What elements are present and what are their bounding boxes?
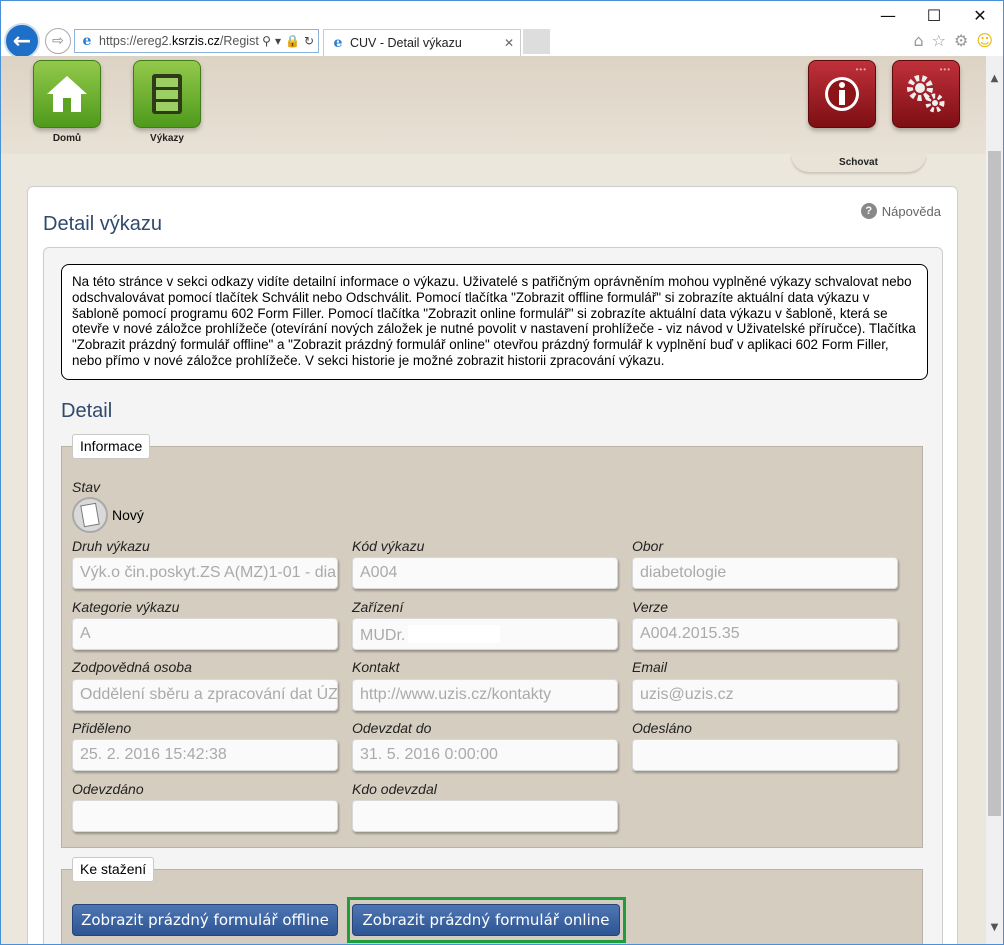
report-code-label: Kód výkazu — [352, 538, 425, 554]
favorites-star-icon[interactable]: ☆ — [932, 31, 946, 50]
email-label: Email — [632, 659, 668, 675]
page-viewport: Domů Výkazy ••• ••• Schovat ? Nápověda D… — [1, 56, 986, 944]
refresh-icon[interactable]: ↻ — [304, 34, 314, 48]
report-type-label: Druh výkazu — [72, 538, 150, 554]
info-icon — [825, 77, 859, 111]
redacted-block — [408, 625, 501, 643]
scrollbar-thumb[interactable] — [988, 151, 1001, 816]
url-host: https://ereg2. — [99, 34, 172, 48]
tab-close-icon[interactable]: ✕ — [504, 36, 514, 50]
browser-chrome: — ☐ ✕ ← ⇨ e https://ereg2.ksrzis.cz/Regi… — [1, 1, 1003, 59]
specialty-label: Obor — [632, 538, 664, 554]
minimize-icon[interactable]: — — [865, 1, 911, 29]
assigned-field[interactable]: 25. 2. 2016 15:42:38 — [72, 739, 338, 771]
help-label: Nápověda — [881, 203, 941, 219]
email-field[interactable]: uzis@uzis.cz — [632, 679, 898, 711]
reports-tile[interactable] — [133, 60, 201, 128]
submitted-by-label: Kdo odevzdal — [352, 781, 437, 797]
address-url[interactable]: https://ereg2.ksrzis.cz/Regist — [99, 34, 262, 48]
ie-logo-icon: e — [82, 33, 92, 49]
status-value: Nový — [112, 507, 144, 523]
info-description: Na této stránce v sekci odkazy vidíte de… — [61, 264, 928, 380]
info-legend: Informace — [72, 434, 151, 459]
dropdown-icon[interactable]: ▾ — [275, 34, 281, 48]
url-path: /Regist — [219, 34, 259, 48]
tab-title: CUV - Detail výkazu — [350, 36, 462, 50]
scroll-up-icon[interactable]: ▲ — [986, 70, 1003, 87]
browser-window: — ☐ ✕ ← ⇨ e https://ereg2.ksrzis.cz/Regi… — [0, 0, 1004, 945]
search-icon[interactable]: ⚲ — [262, 34, 271, 48]
app-topbar: Domů Výkazy ••• ••• — [1, 56, 986, 154]
close-window-icon[interactable]: ✕ — [957, 1, 1003, 29]
back-button[interactable]: ← — [4, 23, 40, 59]
content-card: ? Nápověda Detail výkazu Na této stránce… — [27, 186, 958, 944]
section-title-detail: Detail — [61, 400, 113, 422]
tile-dots-icon: ••• — [939, 65, 951, 74]
due-date-field[interactable]: 31. 5. 2016 0:00:00 — [352, 739, 618, 771]
help-link[interactable]: ? Nápověda — [860, 203, 941, 219]
info-tile[interactable]: ••• — [808, 60, 876, 128]
browser-toolbar-icons: ⌂ ☆ ⚙ ☺ — [913, 31, 993, 50]
home-icon[interactable]: ⌂ — [913, 31, 923, 50]
forward-arrow-icon: ⇨ — [52, 33, 64, 49]
specialty-field[interactable]: diabetologie — [632, 557, 898, 589]
forward-button[interactable]: ⇨ — [45, 28, 71, 54]
submitted-by-field[interactable] — [352, 800, 618, 832]
home-label: Domů — [52, 133, 82, 144]
due-date-label: Odevzdat do — [352, 720, 432, 736]
back-arrow-icon: ← — [12, 28, 32, 54]
facility-label: Zařízení — [352, 599, 404, 615]
report-type-field[interactable]: Výk.o čin.poskyt.ZS A(MZ)1-01 - dia — [72, 557, 338, 589]
sent-field[interactable] — [632, 739, 898, 771]
empty-form-offline-button[interactable]: Zobrazit prázdný formulář offline — [72, 904, 338, 936]
page-title: Detail výkazu — [43, 213, 162, 235]
submitted-label: Odevzdáno — [72, 781, 144, 797]
gears-icon — [907, 75, 945, 113]
address-bar[interactable]: e https://ereg2.ksrzis.cz/Regist ⚲ ▾ 🔒 ↻ — [74, 29, 319, 53]
maximize-icon[interactable]: ☐ — [911, 1, 957, 29]
vertical-scrollbar[interactable]: ▲ ▼ — [986, 56, 1003, 944]
detail-panel: Na této stránce v sekci odkazy vidíte de… — [43, 247, 943, 944]
tile-dots-icon: ••• — [855, 65, 867, 74]
window-controls: — ☐ ✕ — [865, 1, 1003, 29]
settings-gear-icon[interactable]: ⚙ — [954, 31, 968, 50]
url-domain: ksrzis.cz — [171, 34, 220, 48]
version-field[interactable]: A004.2015.35 — [632, 618, 898, 650]
tab-favicon-icon: e — [333, 35, 343, 51]
facility-field[interactable]: MUDr. — [352, 618, 618, 650]
assigned-label: Přiděleno — [72, 720, 132, 736]
sent-label: Odesláno — [632, 720, 692, 736]
address-tools: ⚲ ▾ 🔒 ↻ — [262, 34, 318, 48]
lock-icon[interactable]: 🔒 — [285, 34, 300, 48]
feedback-smiley-icon[interactable]: ☺ — [976, 31, 993, 50]
report-code-field[interactable]: A004 — [352, 557, 618, 589]
category-label: Kategorie výkazu — [72, 599, 180, 615]
contact-field[interactable]: http://www.uzis.cz/kontakty — [352, 679, 618, 711]
status-document-icon — [72, 497, 108, 533]
info-fieldset: Informace Stav Nový Druh výkazu Výk.o či… — [61, 434, 923, 848]
scroll-down-icon[interactable]: ▼ — [986, 919, 1003, 936]
reports-label: Výkazy — [150, 133, 184, 144]
status-label: Stav — [72, 479, 101, 495]
responsible-person-label: Zodpovědná osoba — [72, 659, 192, 675]
downloads-legend: Ke stažení — [72, 857, 155, 882]
new-tab-button[interactable] — [523, 29, 550, 54]
version-label: Verze — [632, 599, 669, 615]
facility-value: MUDr. — [360, 627, 406, 644]
house-icon — [47, 76, 87, 112]
downloads-fieldset: Ke stažení Zobrazit prázdný formulář off… — [61, 857, 923, 944]
category-field[interactable]: A — [72, 618, 338, 650]
submitted-field[interactable] — [72, 800, 338, 832]
responsible-person-field[interactable]: Oddělení sběru a zpracování dat ÚZ — [72, 679, 338, 711]
reports-icon — [152, 74, 182, 114]
empty-form-online-button[interactable]: Zobrazit prázdný formulář online — [352, 904, 620, 936]
help-question-icon: ? — [860, 203, 877, 219]
home-tile[interactable] — [33, 60, 101, 128]
browser-tab[interactable]: e CUV - Detail výkazu ✕ — [323, 29, 521, 56]
settings-tile[interactable]: ••• — [892, 60, 960, 128]
hide-toggle[interactable]: Schovat — [791, 154, 926, 172]
contact-label: Kontakt — [352, 659, 400, 675]
